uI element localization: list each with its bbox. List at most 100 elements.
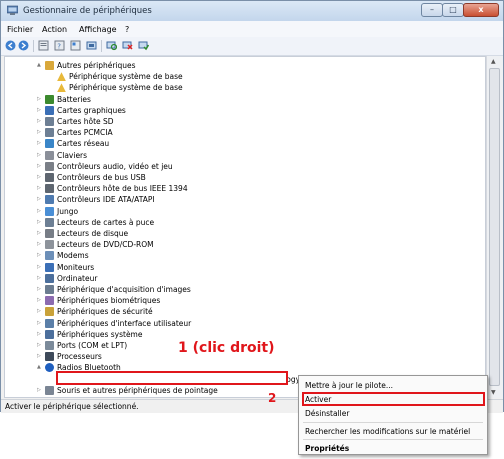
- title-bar[interactable]: Gestionnaire de périphériques – □ x: [1, 1, 503, 21]
- expander-icon[interactable]: ▷: [37, 306, 43, 317]
- tree-item-label: Cartes PCMCIA: [57, 128, 113, 138]
- tree-item-label: Modems: [57, 251, 89, 261]
- battery-icon: [45, 94, 54, 104]
- update-driver-icon[interactable]: [86, 40, 97, 51]
- context-menu-item-label: Désinstaller: [305, 409, 350, 418]
- expander-icon[interactable]: ▷: [37, 250, 43, 261]
- port-icon: [45, 341, 54, 350]
- uninstall-icon[interactable]: [122, 40, 133, 51]
- expander-icon[interactable]: ▷: [37, 273, 43, 284]
- tree-item-label: Périphériques de sécurité: [57, 307, 153, 317]
- context-menu-item-label: Propriétés: [305, 444, 350, 453]
- help-icon[interactable]: ?: [54, 40, 65, 51]
- disk-icon: [45, 229, 54, 238]
- biometric-icon: [45, 296, 54, 306]
- expander-icon[interactable]: ▷: [37, 295, 43, 306]
- view-icon[interactable]: [70, 40, 81, 51]
- context-menu-item-label: Rechercher les modifications sur le maté…: [305, 427, 471, 436]
- expander-icon[interactable]: ▷: [37, 150, 43, 161]
- expander-icon[interactable]: ▲: [37, 362, 43, 373]
- minimize-button[interactable]: –: [421, 3, 443, 17]
- expander-icon[interactable]: ▷: [37, 161, 43, 172]
- vertical-scrollbar[interactable]: ▲ ▼: [486, 56, 503, 398]
- expander-icon[interactable]: ▷: [37, 340, 43, 351]
- context-menu-item[interactable]: Propriétés: [299, 442, 487, 456]
- expander-icon[interactable]: ▷: [37, 105, 43, 116]
- toolbar-separator: [101, 40, 102, 52]
- toolbar: ?: [1, 37, 503, 56]
- ide-icon: [45, 195, 54, 205]
- context-menu-item[interactable]: Mettre à jour le pilote...: [299, 379, 487, 393]
- expander-icon[interactable]: ▷: [37, 183, 43, 194]
- tree-item-label: Souris et autres périphériques de pointa…: [57, 385, 218, 395]
- svg-text:?: ?: [57, 43, 61, 51]
- tree-item-label: Lecteurs de DVD/CD-ROM: [57, 240, 154, 250]
- expander-icon[interactable]: ▷: [37, 138, 43, 149]
- card-icon: [45, 217, 54, 227]
- expander-icon[interactable]: ▷: [37, 318, 43, 329]
- enable-icon[interactable]: [138, 40, 149, 51]
- forward-arrow-icon[interactable]: [18, 40, 29, 51]
- status-text: Activer le périphérique sélectionné.: [5, 402, 139, 411]
- tree-item-label: Processeurs: [57, 352, 102, 362]
- context-menu-separator: [303, 422, 483, 423]
- device-icon: [45, 206, 54, 216]
- back-arrow-icon[interactable]: [5, 40, 16, 51]
- usb-icon: [45, 173, 54, 182]
- tree-item-label: Contrôleurs IDE ATA/ATAPI: [57, 195, 155, 205]
- keyboard-icon: [45, 150, 54, 160]
- scroll-thumb[interactable]: [489, 68, 500, 386]
- mouse-icon: [45, 385, 54, 395]
- context-menu-item[interactable]: Rechercher les modifications sur le maté…: [299, 425, 487, 439]
- audio-icon: [45, 161, 54, 171]
- expander-icon[interactable]: ▷: [37, 194, 43, 205]
- expander-icon[interactable]: ▷: [37, 262, 43, 273]
- window-controls: – □ x: [421, 3, 499, 17]
- context-menu: Mettre à jour le pilote... Activer Désinst…: [298, 375, 488, 455]
- expander-icon[interactable]: ▷: [37, 206, 43, 217]
- tree-item-label: Périphérique d'acquisition d'images: [57, 285, 191, 294]
- bluetooth-icon: [45, 363, 54, 373]
- hid-icon: [45, 318, 54, 328]
- menu-action[interactable]: Action: [42, 25, 67, 34]
- tree-item-label: Ports (COM et LPT): [57, 341, 128, 350]
- expander-icon[interactable]: ▷: [37, 329, 43, 340]
- expander-icon[interactable]: ▷: [37, 116, 43, 127]
- tree-item-label: Périphérique système de base: [69, 83, 183, 93]
- scan-hardware-icon[interactable]: [106, 40, 117, 51]
- expander-icon[interactable]: ▷: [37, 94, 43, 105]
- menu-affichage[interactable]: Affichage: [79, 25, 117, 34]
- tree-item-label: Cartes graphiques: [57, 105, 126, 115]
- menu-fichier[interactable]: Fichier: [7, 25, 33, 34]
- tree-item-label: Contrôleurs hôte de bus IEEE 1394: [57, 184, 188, 194]
- context-menu-item-label: Mettre à jour le pilote...: [305, 381, 394, 390]
- tree-item-label: Contrôleurs de bus USB: [57, 173, 146, 182]
- properties-icon[interactable]: [38, 40, 49, 51]
- expander-icon[interactable]: ▷: [37, 284, 43, 295]
- expander-icon[interactable]: ▷: [37, 385, 43, 396]
- context-menu-item[interactable]: Désinstaller: [299, 407, 487, 421]
- camera-icon: [45, 285, 54, 294]
- maximize-button[interactable]: □: [442, 3, 464, 17]
- dvd-icon: [45, 240, 54, 250]
- expander-icon[interactable]: ▷: [37, 351, 43, 362]
- expander-icon[interactable]: ▷: [37, 228, 43, 239]
- folder-icon: [45, 61, 54, 70]
- close-button[interactable]: x: [463, 3, 499, 17]
- window-title: Gestionnaire de périphériques: [23, 6, 152, 16]
- scroll-down-icon[interactable]: ▼: [491, 389, 496, 396]
- expander-icon[interactable]: ▷: [37, 172, 43, 183]
- computer-icon: [45, 329, 54, 339]
- expander-icon[interactable]: ▷: [37, 239, 43, 250]
- tree-item-label: Batteries: [57, 94, 91, 104]
- modem-icon: [45, 251, 54, 261]
- selected-device-highlight: [56, 371, 288, 385]
- display-icon: [45, 105, 54, 115]
- expander-icon[interactable]: ▷: [37, 127, 43, 138]
- tree-item-label: Périphériques biométriques: [57, 296, 161, 306]
- scroll-up-icon[interactable]: ▲: [491, 58, 496, 65]
- menu-help[interactable]: ?: [125, 25, 129, 34]
- annotation-step-1: 1 (clic droit): [178, 340, 275, 356]
- expander-icon[interactable]: ▷: [37, 217, 43, 228]
- expander-icon[interactable]: ▲: [37, 60, 43, 71]
